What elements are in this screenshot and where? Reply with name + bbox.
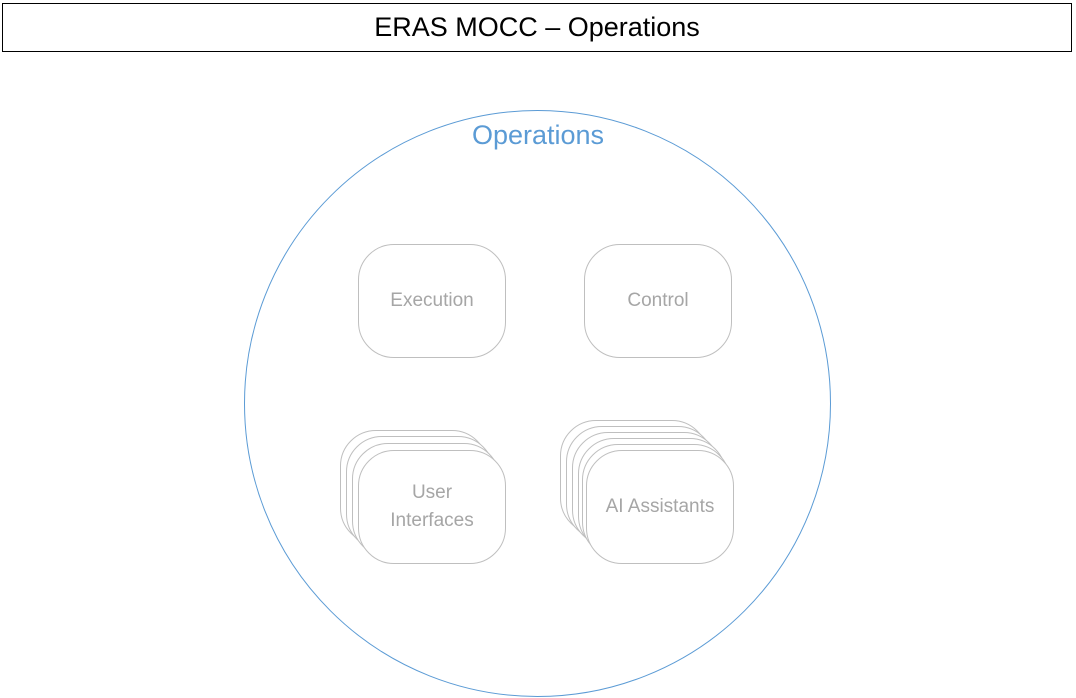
operations-group-circle (244, 110, 831, 697)
diagram-title-box: ERAS MOCC – Operations (2, 3, 1072, 52)
user-interfaces-node: User Interfaces (358, 450, 506, 564)
user-interfaces-node-label: User Interfaces (390, 482, 474, 531)
execution-node: Execution (358, 244, 506, 358)
execution-node-label: Execution (390, 290, 474, 311)
diagram-title: ERAS MOCC – Operations (374, 12, 700, 42)
operations-group-label: Operations (471, 120, 605, 150)
control-node-label: Control (627, 290, 689, 311)
ai-assistants-node-label: AI Assistants (605, 496, 715, 517)
control-node: Control (584, 244, 732, 358)
ai-assistants-node: AI Assistants (586, 450, 734, 564)
